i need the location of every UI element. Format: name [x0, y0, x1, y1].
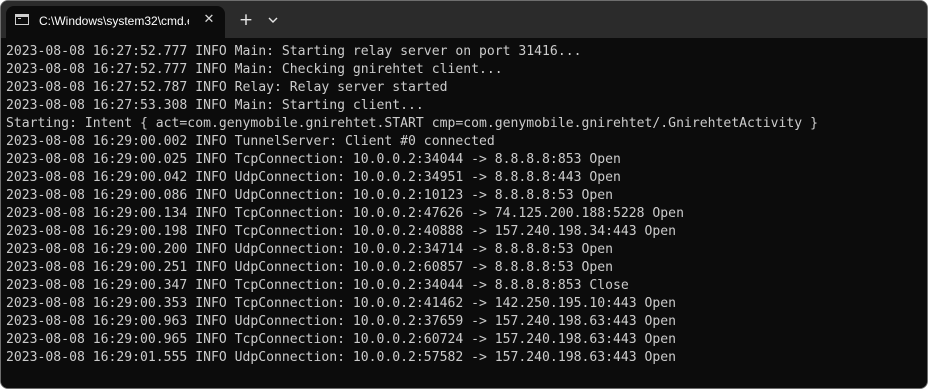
console-line: 2023-08-08 16:29:00.002 INFO TunnelServe…	[6, 134, 495, 149]
tab-cmd[interactable]: C:\Windows\system32\cmd.exe ✕	[6, 6, 225, 38]
terminal-window: C:\Windows\system32\cmd.exe ✕ + 2023-08-…	[0, 0, 928, 389]
tab-title: C:\Windows\system32\cmd.exe	[39, 14, 189, 28]
title-bar: C:\Windows\system32\cmd.exe ✕ +	[1, 1, 927, 38]
console-line: 2023-08-08 16:29:00.347 INFO TcpConnecti…	[6, 278, 629, 293]
console-line: 2023-08-08 16:29:00.200 INFO UdpConnecti…	[6, 242, 613, 257]
close-icon[interactable]: ✕	[201, 12, 217, 28]
plus-icon[interactable]: +	[236, 10, 256, 30]
console-line: Starting: Intent { act=com.genymobile.gn…	[6, 116, 818, 131]
console-line: 2023-08-08 16:29:00.353 INFO TcpConnecti…	[6, 296, 677, 311]
console-line: 2023-08-08 16:29:00.198 INFO TcpConnecti…	[6, 224, 677, 239]
console-line: 2023-08-08 16:29:00.086 INFO UdpConnecti…	[6, 188, 613, 203]
console-output[interactable]: 2023-08-08 16:27:52.777 INFO Main: Start…	[1, 38, 927, 388]
console-line: 2023-08-08 16:27:52.787 INFO Relay: Rela…	[6, 80, 448, 95]
console-line: 2023-08-08 16:29:00.251 INFO UdpConnecti…	[6, 260, 613, 275]
console-line: 2023-08-08 16:29:00.134 INFO TcpConnecti…	[6, 206, 684, 221]
console-icon	[15, 14, 29, 25]
console-line: 2023-08-08 16:27:52.777 INFO Main: Check…	[6, 62, 503, 77]
console-line: 2023-08-08 16:27:53.308 INFO Main: Start…	[6, 98, 424, 113]
console-line: 2023-08-08 16:29:00.042 INFO UdpConnecti…	[6, 170, 621, 185]
chevron-down-icon[interactable]	[264, 11, 282, 29]
console-line: 2023-08-08 16:27:52.777 INFO Main: Start…	[6, 44, 582, 59]
console-line: 2023-08-08 16:29:00.025 INFO TcpConnecti…	[6, 152, 621, 167]
console-line: 2023-08-08 16:29:00.963 INFO UdpConnecti…	[6, 314, 677, 329]
console-line: 2023-08-08 16:29:01.555 INFO UdpConnecti…	[6, 350, 677, 365]
console-line: 2023-08-08 16:29:00.965 INFO TcpConnecti…	[6, 332, 677, 347]
